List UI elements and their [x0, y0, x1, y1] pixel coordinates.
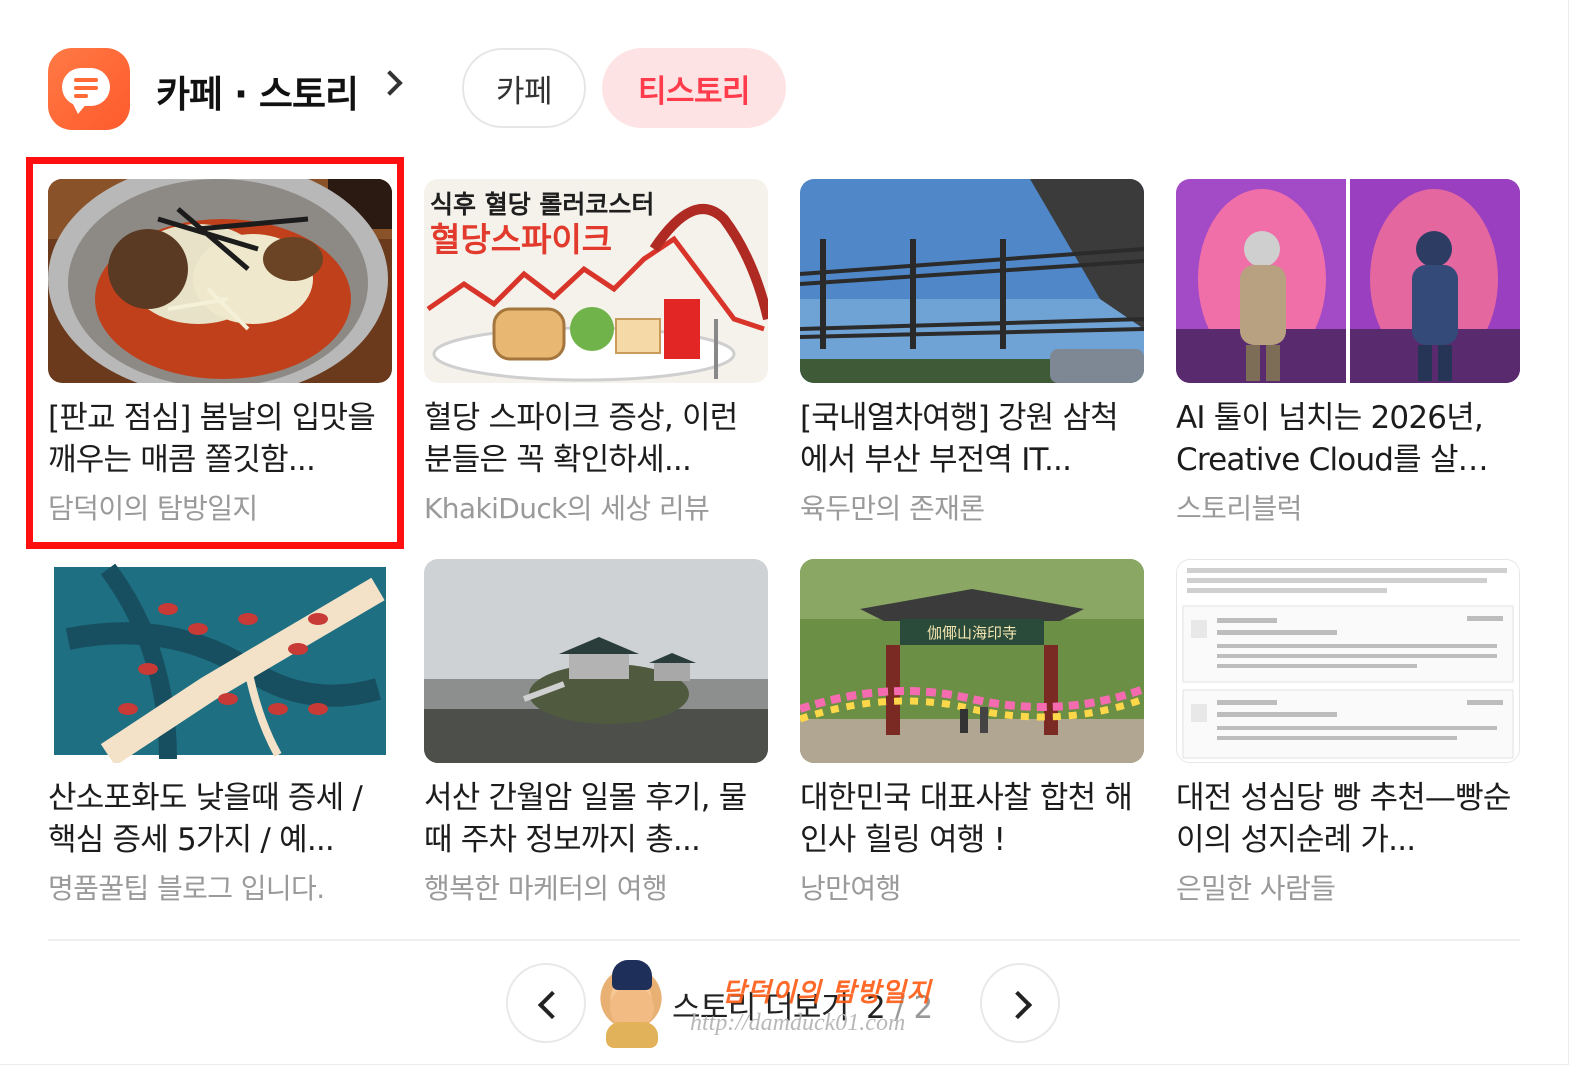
card-thumbnail[interactable]: 식후 혈당 롤러코스터 혈당스파이크 — [424, 179, 768, 383]
card-source[interactable]: 육두만의 존재론 — [800, 487, 1144, 527]
avatar — [588, 956, 674, 1050]
highlight-box — [26, 157, 404, 549]
card-title[interactable]: 대전 성심당 빵 추천—빵순이의 성지순례 가... — [1176, 777, 1520, 861]
card-title[interactable]: AI 툴이 넘치는 2026년, Creative Cloud를 살 이... — [1176, 397, 1520, 481]
card-source[interactable]: 은밀한 사람들 — [1176, 867, 1520, 907]
section-title[interactable]: 카페 · 스토리 — [156, 64, 359, 118]
story-panel: 카페 · 스토리 카페 티스토리 [판교 점심] 봄날의 입맛을 깨우는 매콤 … — [0, 0, 1568, 1064]
card-thumbnail[interactable] — [48, 559, 392, 763]
card-title[interactable]: 산소포화도 낮을때 증세 / 핵심 증세 5가지 / 예... — [48, 777, 392, 861]
card-title[interactable]: [국내열차여행] 강원 삼척에서 부산 부전역 IT... — [800, 397, 1144, 481]
card-thumbnail[interactable] — [424, 559, 768, 763]
card-thumbnail[interactable] — [800, 179, 1144, 383]
section-header: 카페 · 스토리 카페 티스토리 — [48, 48, 1528, 132]
chat-bubble-icon[interactable] — [48, 48, 130, 130]
card-source[interactable]: 명품꿀팁 블로그 입니다. — [48, 867, 392, 907]
watermark-title: 담덕이의 탐방일지 — [722, 978, 932, 1008]
card-thumbnail[interactable] — [1176, 559, 1520, 763]
card-source[interactable]: KhakiDuck의 세상 리뷰 — [424, 487, 768, 527]
thumb-text: 혈당스파이크 — [430, 220, 612, 259]
thumb-text: 伽倻山海印寺 — [927, 624, 1017, 642]
thumb-text: 식후 혈당 롤러코스터 — [430, 190, 654, 219]
card-source[interactable]: 낭만여행 — [800, 867, 1144, 907]
card-title[interactable]: 대한민국 대표사찰 합천 해인사 힐링 여행 ! — [800, 777, 1144, 861]
watermark-url: http://damduck01.com — [690, 1010, 906, 1036]
tab-tistory[interactable]: 티스토리 — [602, 48, 786, 128]
divider — [48, 939, 1520, 941]
card-source[interactable]: 스토리블럭 — [1176, 487, 1520, 527]
chevron-left-icon — [537, 990, 567, 1020]
next-page-button[interactable] — [980, 963, 1060, 1043]
tab-cafe[interactable]: 카페 — [462, 48, 586, 128]
card-source[interactable]: 행복한 마케터의 여행 — [424, 867, 768, 907]
prev-page-button[interactable] — [506, 963, 586, 1043]
card-thumbnail[interactable]: 伽倻山海印寺 — [800, 559, 1144, 763]
card-title[interactable]: 혈당 스파이크 증상, 이런 분들은 꼭 확인하세... — [424, 397, 768, 481]
chevron-right-icon — [1003, 990, 1033, 1020]
chevron-right-icon[interactable] — [377, 70, 403, 96]
card-title[interactable]: 서산 간월암 일몰 후기, 물때 주차 정보까지 총... — [424, 777, 768, 861]
card-thumbnail[interactable] — [1176, 179, 1520, 383]
